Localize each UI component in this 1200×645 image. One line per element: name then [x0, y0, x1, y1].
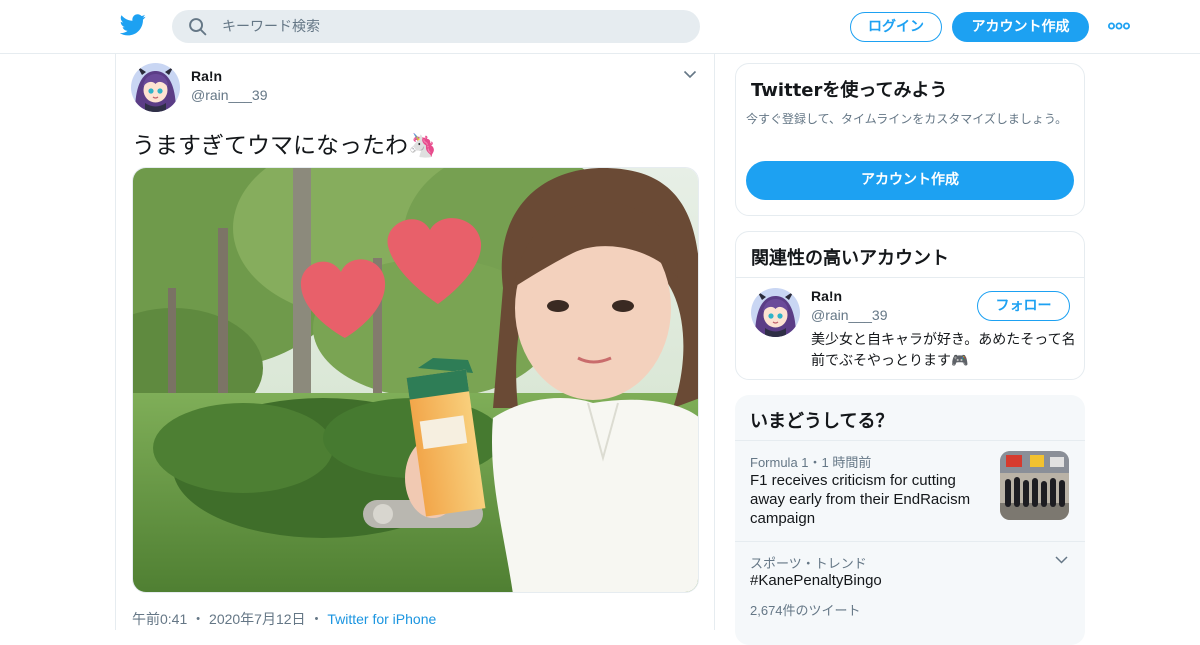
try-card-subtitle: 今すぐ登録して、タイムラインをカスタマイズしましょう。: [746, 112, 1068, 126]
related-account-bio: 美少女と自キャラが好き。あめたそって名前でぶそやっとります🎮: [811, 332, 1076, 369]
search-input[interactable]: [222, 16, 682, 38]
tweet-timestamp[interactable]: 午前0:41 ・ 2020年7月12日 ・ Twitter for iPhone: [132, 609, 436, 629]
related-card-title: 関連性の高いアカウント: [751, 248, 949, 269]
more-icon[interactable]: [1108, 21, 1130, 31]
login-button[interactable]: ログイン: [850, 12, 942, 42]
related-account-handle[interactable]: @rain___39: [811, 307, 888, 323]
follow-button[interactable]: フォロー: [977, 291, 1070, 321]
related-account-name[interactable]: Ra!n: [811, 288, 842, 304]
trends-title: いまどうしてる？: [750, 411, 894, 432]
search-icon: [189, 18, 207, 36]
trend-meta: Formula 1・1 時間前: [750, 455, 872, 470]
separator-dot: ・: [309, 611, 324, 627]
trend-thumbnail[interactable]: [1000, 451, 1069, 520]
divider: [735, 440, 1085, 441]
separator-dot: ・: [191, 611, 206, 627]
divider: [735, 541, 1085, 542]
chevron-down-icon[interactable]: [1055, 556, 1068, 564]
top-bar: ログイン アカウント作成: [0, 0, 1200, 54]
author-name[interactable]: Ra!n: [191, 68, 222, 84]
twitter-bird-icon[interactable]: [120, 14, 146, 36]
trends-card: いまどうしてる？ Formula 1・1 時間前 F1 receives cri…: [735, 395, 1085, 645]
trend-hashtag[interactable]: #KanePenaltyBingo: [750, 572, 882, 589]
chevron-down-icon[interactable]: [683, 70, 697, 79]
signup-button[interactable]: アカウント作成: [952, 12, 1089, 42]
tweet-date[interactable]: 2020年7月12日: [209, 611, 306, 627]
tweet-source-link[interactable]: Twitter for iPhone: [327, 611, 436, 627]
try-signup-button[interactable]: アカウント作成: [746, 161, 1074, 200]
tweet-text: うますぎてウマになったわ🦄: [132, 133, 437, 159]
related-avatar[interactable]: [751, 288, 800, 337]
trend-tweet-count: 2,674件のツイート: [750, 603, 861, 618]
author-handle[interactable]: @rain___39: [191, 87, 268, 103]
try-card-title: Twitterを使ってみよう: [751, 80, 948, 101]
author-avatar[interactable]: [131, 63, 180, 112]
trend-headline[interactable]: F1 receives criticism for cutting away e…: [750, 471, 990, 528]
related-accounts-card: 関連性の高いアカウント Ra!n @rain___39 フォロー 美少女と自キャ…: [735, 231, 1085, 380]
tweet-card: Ra!n @rain___39 うますぎてウマになったわ🦄 午前0:41 ・ 2…: [115, 54, 715, 630]
divider: [736, 277, 1084, 278]
search-bar[interactable]: [172, 10, 700, 43]
trend-meta: スポーツ・トレンド: [750, 556, 867, 571]
tweet-photo[interactable]: [132, 167, 699, 593]
try-twitter-card: Twitterを使ってみよう 今すぐ登録して、タイムラインをカスタマイズしましょ…: [735, 63, 1085, 216]
tweet-time[interactable]: 午前0:41: [132, 611, 187, 627]
